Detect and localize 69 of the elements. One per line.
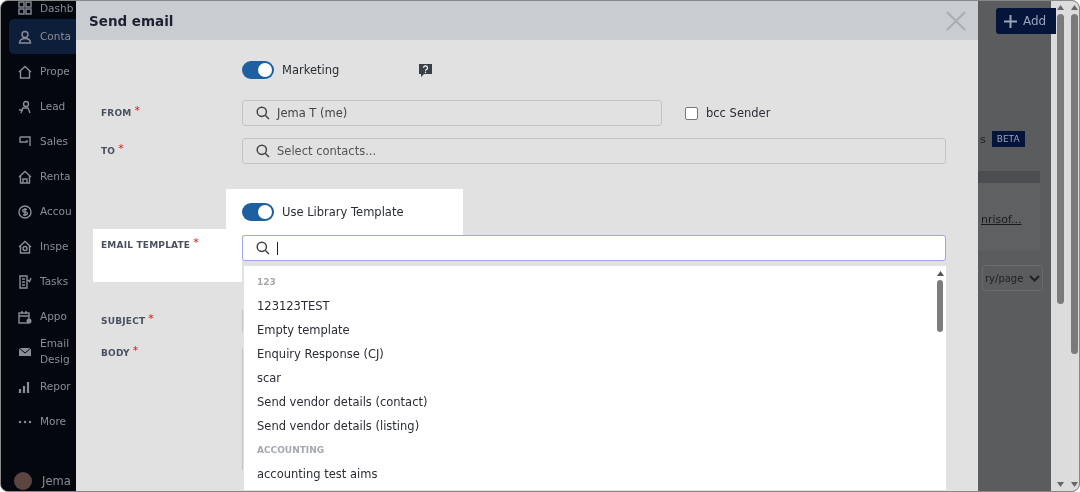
sidebar-item[interactable]: Dashb <box>9 1 76 19</box>
scrollbar[interactable] <box>1054 5 1066 487</box>
search-icon <box>256 241 270 255</box>
table-header-bar <box>978 171 1040 183</box>
field-label: FROM <box>101 108 132 118</box>
dropdown-option[interactable]: Empty template <box>244 318 934 342</box>
dollar-icon <box>18 204 32 219</box>
checkbox-label: bcc Sender <box>706 106 771 120</box>
group-heading: ACCOUNTING <box>256 444 326 457</box>
sidebar-item[interactable]: Tasks <box>9 264 76 299</box>
field-label: BODY <box>101 348 130 358</box>
person-icon <box>18 29 32 44</box>
bar-chart-icon <box>18 379 32 394</box>
text-cursor <box>277 241 278 255</box>
scrollbar[interactable] <box>1068 5 1079 487</box>
close-icon <box>946 10 966 31</box>
person-icon <box>18 99 32 114</box>
house-icon <box>18 239 32 254</box>
sidebar-item[interactable]: Renta <box>9 159 76 194</box>
sidebar-item[interactable]: Inspe <box>9 229 76 264</box>
calendar-icon <box>18 309 32 324</box>
sidebar-item[interactable]: Conta <box>9 19 76 54</box>
avatar <box>14 472 32 490</box>
required-mark: * <box>132 345 139 356</box>
modal-title: Send email <box>89 12 174 29</box>
help-icon <box>419 63 433 77</box>
user-name: Jema <box>42 474 71 488</box>
template-search-field[interactable] <box>242 235 946 261</box>
house-icon <box>18 64 32 79</box>
sidebar-item[interactable]: Sales <box>9 124 76 159</box>
required-mark: * <box>193 237 199 248</box>
dropdown-option[interactable]: Enquiry Response (CJ) <box>244 342 934 366</box>
sidebar-item[interactable]: More <box>9 404 76 439</box>
dropdown-option[interactable]: accounting test aims <box>244 462 934 486</box>
dropdown-option[interactable]: Send vendor details (listing) <box>244 414 934 438</box>
dropdown-option[interactable]: scar <box>244 366 934 390</box>
sidebar-item[interactable]: Repor <box>9 369 76 404</box>
section-title: s <box>980 132 986 146</box>
search-icon <box>256 106 270 120</box>
plus-icon <box>1004 14 1017 28</box>
dropdown-option[interactable]: Send vendor details (contact) <box>244 390 934 414</box>
sidebar-item[interactable]: Accou <box>9 194 76 229</box>
chevron-down-icon <box>1029 274 1041 282</box>
sidebar-item[interactable]: Email Desig <box>9 334 76 369</box>
search-icon <box>256 144 270 158</box>
add-button[interactable]: Add <box>996 8 1056 34</box>
checklist-icon <box>18 274 32 289</box>
sign-icon <box>18 134 32 149</box>
from-field[interactable]: Jema T (me) <box>242 100 662 126</box>
house-icon <box>18 169 32 184</box>
toggle-label: Use Library Template <box>282 205 404 219</box>
beta-badge: BETA <box>991 131 1025 147</box>
up-arrow-icon <box>936 271 944 276</box>
required-mark: * <box>134 105 140 116</box>
dropdown-option[interactable]: 123123TEST <box>244 294 934 318</box>
toggle-switch[interactable] <box>242 203 274 221</box>
field-label: EMAIL TEMPLATE <box>101 240 191 250</box>
sidebar-item[interactable]: Lead <box>9 89 76 124</box>
contacts-search-field[interactable]: Select contacts... <box>242 138 946 164</box>
checkbox[interactable] <box>685 106 698 120</box>
required-mark: * <box>148 313 154 324</box>
sidebar-item[interactable]: Appo <box>9 299 76 334</box>
field-label: TO <box>101 146 116 156</box>
required-mark: * <box>118 143 124 154</box>
sidebar-item[interactable]: Prope <box>9 54 76 89</box>
toggle-switch[interactable] <box>242 61 274 79</box>
field-label: SUBJECT <box>101 316 146 326</box>
group-heading: 123 <box>256 276 277 289</box>
toggle-label: Marketing <box>282 63 340 77</box>
